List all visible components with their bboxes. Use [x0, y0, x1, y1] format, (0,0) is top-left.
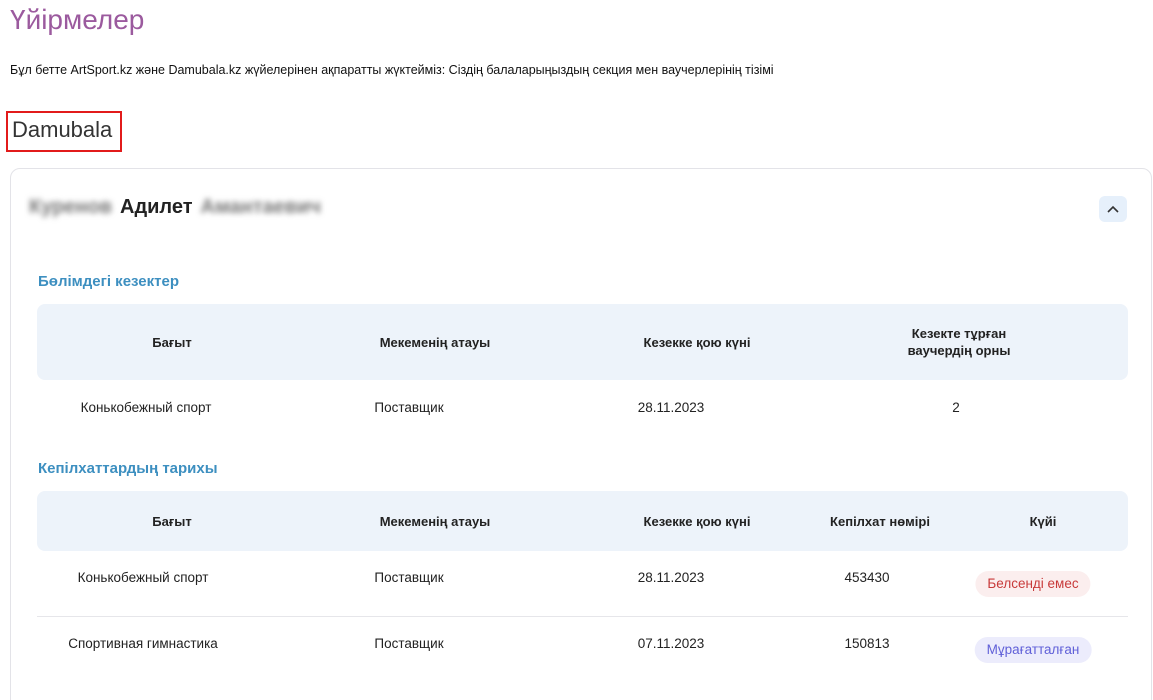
queue-col-date: Кезекке қою күні — [643, 335, 751, 350]
voucher-cell-date: 28.11.2023 — [637, 570, 705, 585]
vouchers-heading: Кепілхаттардың тарихы — [38, 460, 218, 477]
child-first-name: Адилет — [120, 196, 193, 218]
collapse-button[interactable] — [1099, 196, 1127, 222]
queue-table-header: Бағыт Мекеменің атауы Кезекке қою күні К… — [37, 304, 1128, 380]
child-card: Куренов Адилет Амантаевич Бөлімдегі кезе… — [10, 168, 1152, 700]
vouchers-col-direction: Бағыт — [152, 514, 192, 529]
queue-cell-position: 2 — [952, 400, 960, 415]
queue-col-position: Кезекте тұрған ваучердің орны — [907, 326, 1011, 358]
voucher-cell-org: Поставщик — [374, 636, 444, 651]
page-title: Үйірмелер — [10, 4, 145, 35]
child-patronymic: Амантаевич — [200, 196, 321, 218]
queue-cell-direction: Конькобежный спорт — [80, 400, 212, 415]
voucher-cell-direction: Спортивная гимнастика — [68, 636, 218, 651]
child-name: Куренов Адилет Амантаевич — [29, 196, 321, 219]
queue-col-direction: Бағыт — [152, 335, 192, 350]
vouchers-col-org: Мекеменің атауы — [379, 514, 491, 529]
vouchers-col-status: Күйі — [1029, 514, 1057, 529]
queue-heading: Бөлімдегі кезектер — [38, 273, 179, 290]
voucher-cell-direction: Конькобежный спорт — [77, 570, 209, 585]
voucher-cell-number: 150813 — [844, 636, 890, 651]
voucher-cell-date: 07.11.2023 — [637, 636, 705, 651]
status-badge-archived: Мұрағатталған — [974, 637, 1092, 663]
queue-cell-org: Поставщик — [374, 400, 444, 415]
chevron-up-icon — [1107, 205, 1119, 213]
status-badge-inactive: Белсенді емес — [975, 571, 1091, 597]
voucher-cell-org: Поставщик — [374, 570, 444, 585]
child-last-name: Куренов — [29, 196, 112, 218]
vouchers-col-number: Кепілхат нөмірі — [830, 514, 930, 529]
row-divider — [37, 616, 1128, 617]
section-label-damubala: Damubala — [6, 111, 122, 152]
vouchers-col-date: Кезекке қою күні — [643, 514, 751, 529]
queue-col-org: Мекеменің атауы — [379, 335, 491, 350]
voucher-cell-number: 453430 — [844, 570, 890, 585]
page-intro: Бұл бетте ArtSport.kz және Damubala.kz ж… — [10, 63, 774, 77]
vouchers-table-header: Бағыт Мекеменің атауы Кезекке қою күні К… — [37, 491, 1128, 551]
queue-cell-date: 28.11.2023 — [637, 400, 705, 415]
